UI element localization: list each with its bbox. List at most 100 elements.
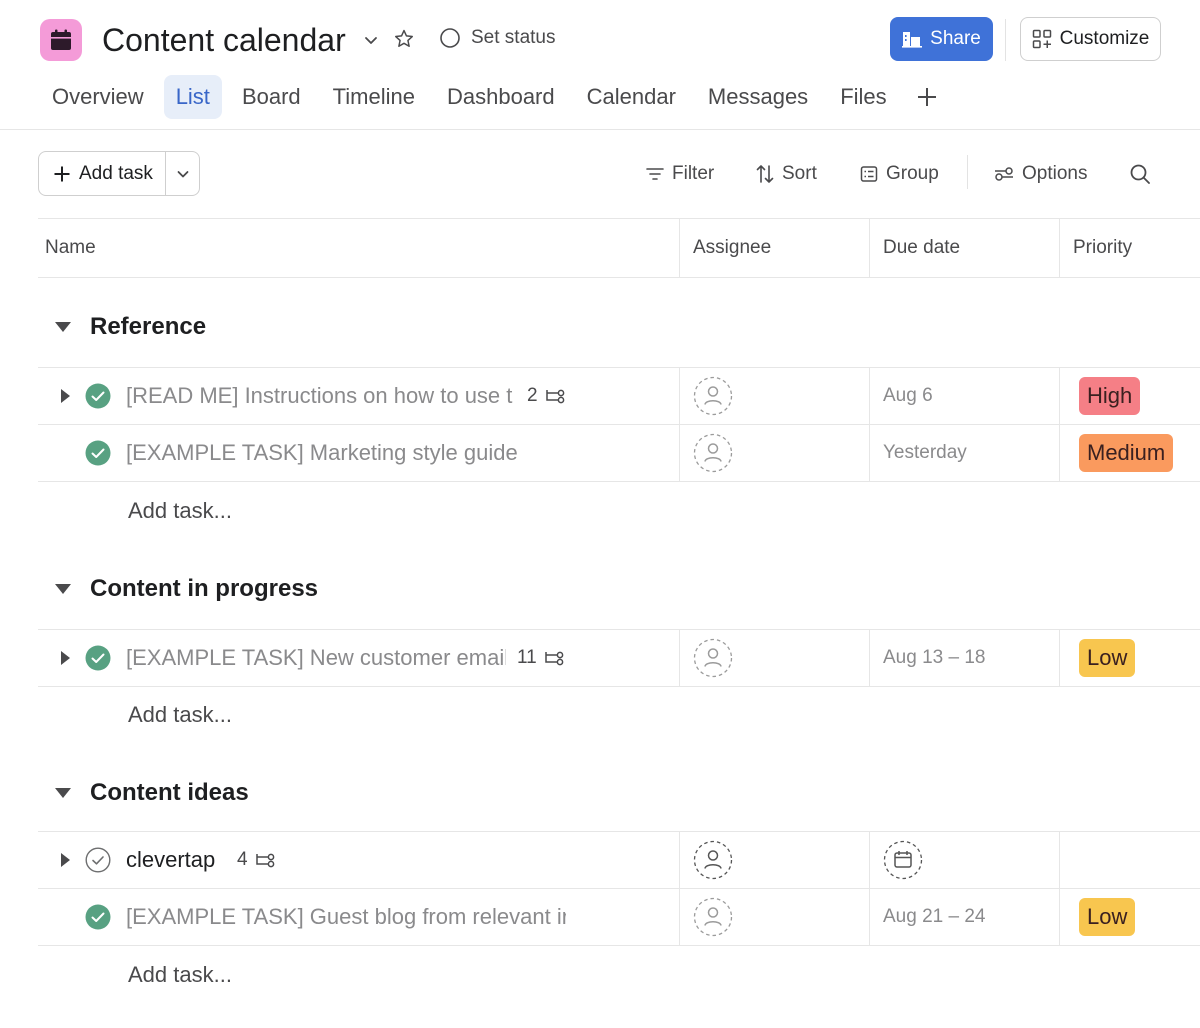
priority-cell: High [1059,368,1200,424]
caret-right-icon[interactable] [58,387,72,405]
chevron-down-icon[interactable] [360,29,382,51]
set-status-button[interactable]: Set status [439,27,556,49]
project-title[interactable]: Content calendar [102,20,346,60]
priority-cell: Low [1059,889,1200,945]
calendar-placeholder-icon[interactable] [883,840,923,880]
subtask-count[interactable]: 11 [517,630,565,686]
assignee-cell [679,889,869,945]
project-tabs: Overview List Board Timeline Dashboard C… [40,75,947,119]
priority-badge[interactable]: High [1079,377,1141,415]
sort-icon [756,164,774,184]
calendar-icon[interactable] [40,19,82,61]
task-row[interactable]: clevertap 4 [38,831,1200,889]
priority-badge[interactable]: Medium [1079,434,1174,472]
assignee-cell [679,368,869,424]
building-icon [902,30,923,48]
group-label: Group [886,163,939,184]
group-icon [860,165,878,183]
column-due-date[interactable]: Due date [869,219,1059,277]
due-date-cell[interactable]: Aug 21 – 24 [869,889,1059,945]
task-name[interactable]: [EXAMPLE TASK] Guest blog from relevant … [126,889,566,945]
check-circle-icon[interactable] [85,645,111,671]
priority-badge[interactable]: Low [1079,639,1136,677]
add-task-dropdown[interactable] [165,152,199,195]
sort-button[interactable]: Sort [756,160,817,188]
tab-files[interactable]: Files [828,75,898,119]
add-tab-plus-icon[interactable] [907,75,947,119]
grid-icon [1032,29,1052,49]
unassigned-avatar-icon[interactable] [693,638,733,678]
task-row[interactable]: [READ ME] Instructions on how to use t 2… [38,367,1200,425]
check-circle-icon[interactable] [85,904,111,930]
tab-dashboard[interactable]: Dashboard [435,75,567,119]
add-task-row[interactable]: Add task... [128,687,232,743]
task-name[interactable]: [READ ME] Instructions on how to use t [126,368,518,424]
add-task-button-group: Add task [38,151,200,196]
filter-button[interactable]: Filter [646,160,714,188]
unassigned-avatar-icon[interactable] [693,840,733,880]
add-task-button[interactable]: Add task [39,152,165,195]
filter-label: Filter [672,163,715,184]
caret-right-icon[interactable] [58,649,72,667]
tab-board[interactable]: Board [230,75,313,119]
tab-messages[interactable]: Messages [696,75,820,119]
star-icon[interactable] [392,27,416,51]
add-task-row[interactable]: Add task... [128,483,232,539]
unassigned-avatar-icon[interactable] [693,433,733,473]
column-assignee[interactable]: Assignee [679,219,869,277]
search-icon[interactable] [1128,162,1152,186]
section-title[interactable]: Content in progress [90,575,318,603]
tab-list[interactable]: List [163,75,222,119]
share-button[interactable]: Share [890,17,993,61]
customize-button[interactable]: Customize [1020,17,1161,61]
column-priority[interactable]: Priority [1059,219,1200,277]
task-name[interactable]: clevertap [126,832,236,888]
task-row[interactable]: [EXAMPLE TASK] Guest blog from relevant … [38,888,1200,946]
subtask-count[interactable]: 4 [237,832,276,888]
subtask-icon [254,851,276,869]
section-header-content-ideas: Content ideas [38,763,1200,823]
task-name-cell: clevertap 4 [38,832,679,888]
filter-icon [646,166,664,182]
chevron-down-icon [176,167,190,181]
assignee-cell [679,630,869,686]
caret-down-icon[interactable] [38,787,88,799]
status-circle-icon [439,27,461,49]
header-divider [1005,19,1006,61]
share-label: Share [930,28,981,49]
task-row[interactable]: [EXAMPLE TASK] Marketing style guide Yes… [38,424,1200,482]
check-circle-icon[interactable] [85,440,111,466]
check-circle-icon[interactable] [85,383,111,409]
add-task-row[interactable]: Add task... [128,947,232,1003]
priority-cell[interactable] [1059,832,1200,888]
task-name-cell: [EXAMPLE TASK] New customer email 11 [38,630,679,686]
subtask-count[interactable]: 2 [527,368,566,424]
caret-down-icon[interactable] [38,583,88,595]
caret-down-icon[interactable] [38,321,88,333]
group-button[interactable]: Group [860,160,939,188]
add-task-label: Add task [79,162,153,184]
task-name[interactable]: [EXAMPLE TASK] New customer email [126,630,506,686]
tab-timeline[interactable]: Timeline [321,75,427,119]
subtask-count-label: 2 [527,385,538,406]
priority-badge[interactable]: Low [1079,898,1136,936]
due-date-cell[interactable]: Aug 13 – 18 [869,630,1059,686]
task-name[interactable]: [EXAMPLE TASK] Marketing style guide [126,425,646,481]
due-date-cell[interactable]: Yesterday [869,425,1059,481]
options-button[interactable]: Options [994,160,1087,188]
section-title[interactable]: Reference [90,313,206,341]
task-row[interactable]: [EXAMPLE TASK] New customer email 11 Aug… [38,629,1200,687]
unassigned-avatar-icon[interactable] [693,897,733,937]
customize-label: Customize [1059,28,1150,49]
tab-overview[interactable]: Overview [40,75,156,119]
section-title[interactable]: Content ideas [90,779,249,807]
column-name[interactable]: Name [38,219,679,277]
due-date-cell[interactable]: Aug 6 [869,368,1059,424]
set-status-label: Set status [471,27,556,48]
subtask-icon [543,649,565,667]
tab-calendar[interactable]: Calendar [575,75,688,119]
assignee-cell [679,832,869,888]
unassigned-avatar-icon[interactable] [693,376,733,416]
caret-right-icon[interactable] [58,851,72,869]
check-circle-outline-icon[interactable] [85,847,111,873]
